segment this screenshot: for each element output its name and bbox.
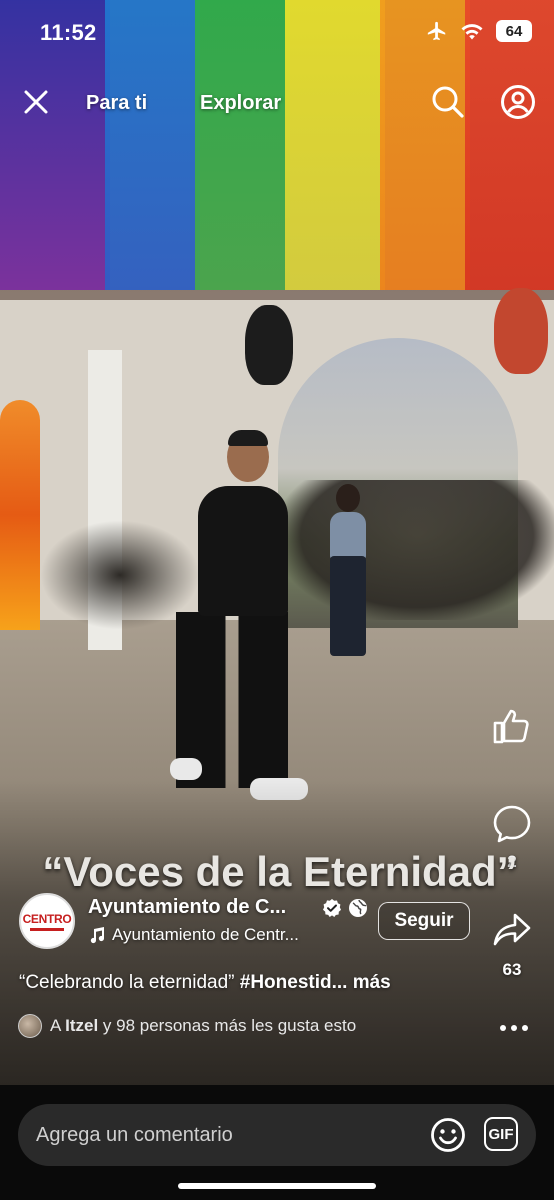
author-avatar[interactable]: CENTRO — [19, 893, 75, 949]
more-options-button[interactable] — [494, 1018, 534, 1038]
close-button[interactable] — [18, 84, 54, 120]
video-performer-cap — [228, 430, 268, 446]
music-note-icon — [90, 927, 105, 944]
share-button[interactable] — [490, 908, 534, 952]
video-performer-shoe — [170, 758, 202, 780]
caption-more-link[interactable]: más — [347, 972, 391, 993]
shares-count: 63 — [502, 960, 522, 979]
video-skull-mask-red — [494, 288, 548, 374]
video-overlay-title: “Voces de la Eternidad” — [42, 848, 518, 895]
comment-input[interactable] — [36, 1120, 406, 1150]
audio-title: Ayuntamiento de Centr... — [112, 925, 299, 944]
video-performer-body — [198, 486, 288, 616]
status-icons: 64 — [426, 20, 532, 42]
battery-icon: 64 — [496, 20, 532, 42]
video-dancer-body — [330, 512, 366, 560]
profile-icon — [501, 85, 535, 119]
caption-hashtag[interactable]: #Honestid... — [240, 972, 348, 993]
likes-prefix: A — [50, 1016, 66, 1035]
share-icon — [493, 913, 531, 946]
follow-button[interactable]: Seguir — [378, 902, 470, 940]
tab-explorar[interactable]: Explorar — [200, 92, 281, 115]
like-button[interactable] — [490, 704, 534, 748]
close-icon — [24, 90, 48, 114]
post-caption[interactable]: “Celebrando la eternidad” #Honestid... m… — [19, 972, 391, 994]
comment-icon — [493, 805, 531, 843]
emoji-button[interactable] — [430, 1117, 466, 1153]
verified-badge-icon — [323, 899, 341, 917]
emoji-icon — [431, 1118, 465, 1152]
thumbs-up-icon — [493, 709, 529, 744]
globe-icon — [349, 899, 367, 917]
liker-avatar — [18, 1014, 42, 1038]
more-dot-icon — [522, 1025, 528, 1031]
likes-user: Itzel — [65, 1016, 99, 1035]
likes-summary[interactable]: A Itzel y 98 personas más les gusta esto — [18, 1014, 356, 1038]
video-flower-altar — [0, 400, 40, 630]
avatar-logo-bar — [30, 927, 64, 931]
video-skull-mask-black — [245, 305, 293, 385]
wifi-icon — [461, 24, 483, 40]
video-dancer-legs — [330, 556, 366, 656]
caption-text: “Celebrando la eternidad” — [19, 972, 240, 993]
more-dot-icon — [511, 1025, 517, 1031]
avatar-logo-text: CENTRO — [22, 911, 72, 926]
video-dancer-head — [336, 484, 360, 512]
search-icon — [432, 86, 464, 118]
comment-button[interactable] — [490, 802, 534, 846]
status-bar: 11:52 64 — [0, 0, 554, 64]
airplane-icon — [427, 21, 446, 41]
gif-button[interactable]: GIF — [484, 1117, 518, 1151]
status-time: 11:52 — [40, 20, 97, 45]
likes-text: A Itzel y 98 personas más les gusta esto — [50, 1016, 356, 1036]
audio-row[interactable]: Ayuntamiento de Centr... — [88, 925, 299, 945]
video-crowd — [280, 480, 554, 620]
tab-para-ti[interactable]: Para ti — [86, 92, 147, 115]
top-nav: Para ti Explorar — [0, 80, 554, 128]
home-indicator[interactable] — [178, 1183, 376, 1189]
author-name[interactable]: Ayuntamiento de C... — [88, 896, 286, 919]
profile-button[interactable] — [498, 82, 538, 122]
video-player[interactable] — [0, 0, 554, 1085]
more-dot-icon — [500, 1025, 506, 1031]
likes-suffix: y 98 personas más les gusta esto — [98, 1016, 357, 1035]
search-button[interactable] — [428, 82, 468, 122]
